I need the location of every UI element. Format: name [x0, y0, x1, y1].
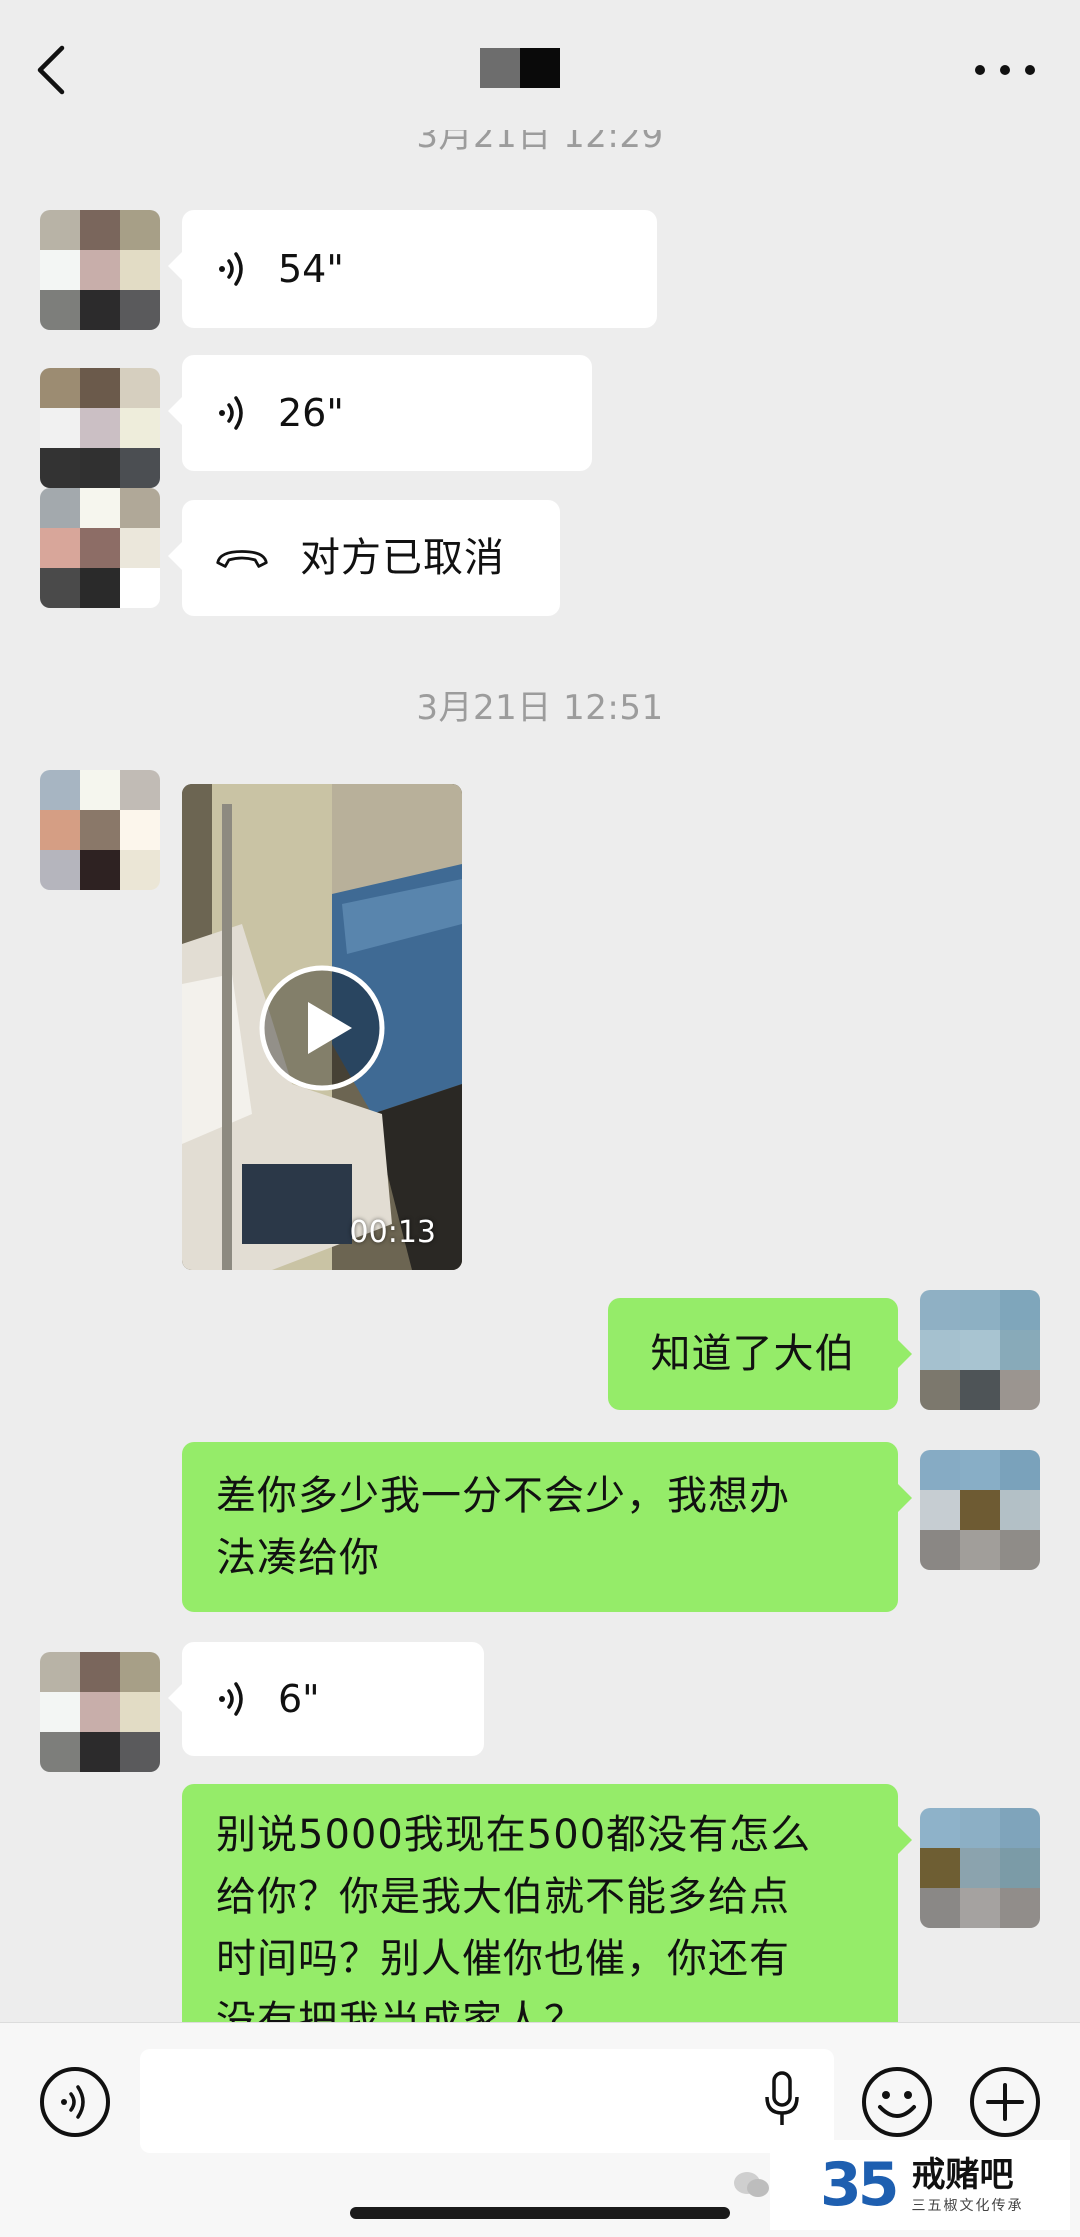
my-avatar[interactable] [920, 1450, 1040, 1570]
microphone-icon[interactable] [762, 2071, 802, 2127]
watermark-number: 35 [820, 2150, 899, 2220]
watermark: 35 戒赌吧 三五椒文化传承 [770, 2140, 1070, 2230]
message-text: 法凑给你 [216, 1535, 380, 1581]
contact-name-mosaic [480, 48, 560, 88]
voice-duration: 54" [278, 247, 344, 291]
phone-handset-icon [216, 550, 268, 568]
emoji-icon[interactable] [860, 2065, 934, 2139]
my-avatar[interactable] [920, 1808, 1040, 1928]
sent-message-bubble[interactable]: 差你多少我一分不会少，我想办 法凑给你 [182, 1442, 912, 1612]
contact-avatar[interactable] [40, 210, 160, 330]
video-message[interactable]: 00:13 [182, 784, 462, 1270]
message-text: 给你？你是我大伯就不能多给点 [216, 1874, 790, 1920]
call-status-text: 对方已取消 [300, 535, 505, 581]
chat-area: 3月21日 12:29 54" 26" 对方已取消 3月21日 12:51 00… [0, 0, 1080, 2237]
video-duration: 00:13 [349, 1215, 436, 1250]
voice-duration: 6" [278, 1677, 320, 1721]
voice-message-bubble[interactable]: 54" [168, 210, 657, 328]
timestamp-mid: 3月21日 12:51 [416, 688, 664, 728]
voice-message-bubble[interactable]: 6" [168, 1642, 484, 1756]
contact-avatar[interactable] [40, 1652, 160, 1772]
call-cancelled-bubble[interactable]: 对方已取消 [168, 500, 560, 616]
watermark-subtitle: 三五椒文化传承 [911, 2198, 1024, 2214]
message-text: 差你多少我一分不会少，我想办 [216, 1473, 790, 1519]
contact-avatar[interactable] [40, 488, 160, 608]
chevron-left-icon[interactable] [28, 40, 76, 100]
contact-avatar[interactable] [40, 770, 160, 890]
voice-wave-icon [219, 396, 243, 430]
voice-wave-icon [219, 252, 243, 286]
voice-message-bubble[interactable]: 26" [168, 355, 592, 471]
plus-icon[interactable] [968, 2065, 1042, 2139]
message-text: 别说5000我现在500都没有怎么 [216, 1812, 812, 1858]
message-text: 知道了大伯 [650, 1331, 856, 1377]
wechat-logo-icon [734, 2172, 769, 2197]
watermark-title: 戒赌吧 [911, 2155, 1014, 2195]
voice-wave-icon [219, 1682, 243, 1716]
home-indicator[interactable] [350, 2207, 730, 2219]
voice-mode-icon[interactable] [38, 2065, 112, 2139]
chat-header [0, 0, 1080, 130]
play-icon[interactable] [258, 964, 386, 1092]
more-dots-icon[interactable] [970, 50, 1040, 90]
message-text: 时间吗？别人催你也催，你还有 [216, 1936, 790, 1982]
contact-avatar[interactable] [40, 368, 160, 488]
message-input[interactable] [140, 2049, 834, 2153]
voice-duration: 26" [278, 391, 344, 435]
my-avatar[interactable] [920, 1290, 1040, 1410]
sent-message-bubble[interactable]: 知道了大伯 [608, 1298, 912, 1410]
